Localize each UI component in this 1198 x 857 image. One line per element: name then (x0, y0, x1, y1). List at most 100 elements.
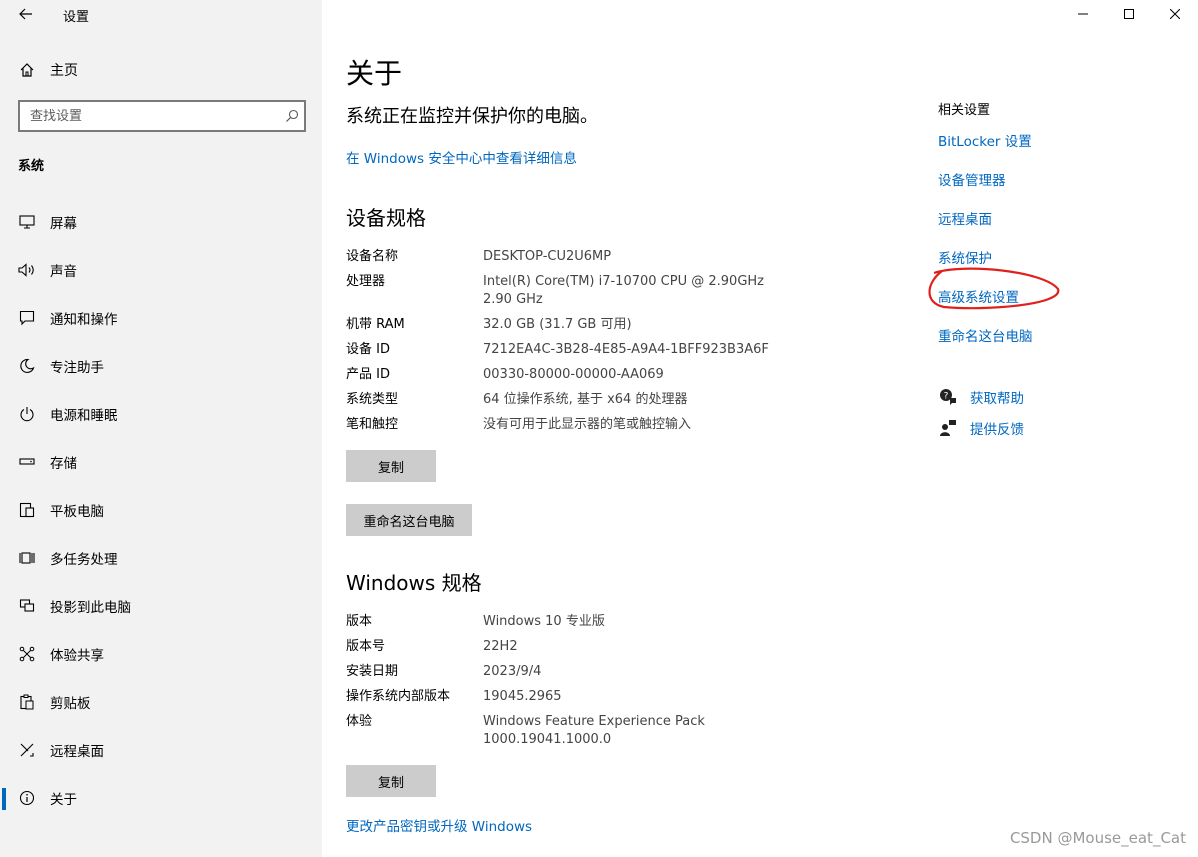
rename-pc-button[interactable]: 重命名这台电脑 (346, 504, 472, 536)
spec-row: 设备 ID 7212EA4C-3B28-4E85-A9A4-1BFF923B3A… (346, 341, 803, 359)
info-icon (18, 789, 36, 807)
multitask-icon (18, 549, 36, 567)
sidebar-item-remote-desktop[interactable]: 远程桌面 (0, 726, 322, 774)
sidebar-item-label: 关于 (50, 792, 77, 808)
sidebar-item-focus-assist[interactable]: 专注助手 (0, 342, 322, 390)
sidebar-item-label: 多任务处理 (50, 552, 118, 568)
related-link-device-manager[interactable]: 设备管理器 (938, 169, 1168, 208)
upgrade-windows-link[interactable]: 更改产品密钥或升级 Windows (346, 815, 532, 835)
help-chat-icon: ? (938, 387, 958, 407)
home-label: 主页 (50, 63, 78, 79)
close-button[interactable] (1152, 0, 1198, 28)
maximize-icon (1124, 9, 1134, 19)
spec-label: 设备名称 (346, 249, 399, 264)
sidebar-item-label: 专注助手 (50, 360, 104, 376)
spec-label: 操作系统内部版本 (346, 689, 451, 704)
remote-icon (18, 741, 36, 759)
clipboard-icon (18, 693, 36, 711)
feedback-row[interactable]: 提供反馈 (938, 418, 1024, 438)
spec-label: 系统类型 (346, 392, 399, 407)
sidebar-item-about[interactable]: 关于 (0, 774, 322, 822)
sidebar-item-label: 电源和睡眠 (50, 408, 118, 424)
spec-value: Windows Feature Experience Pack 1000.190… (483, 714, 705, 747)
sidebar-item-home[interactable]: 主页 (18, 58, 308, 82)
app-title: 设置 (63, 10, 90, 25)
maximize-button[interactable] (1106, 0, 1152, 28)
related-link-rename-pc[interactable]: 重命名这台电脑 (938, 325, 1168, 364)
spec-value: DESKTOP-CU2U6MP (483, 249, 612, 264)
sidebar-item-notifications[interactable]: 通知和操作 (0, 294, 322, 342)
sidebar-item-sound[interactable]: 声音 (0, 246, 322, 294)
power-icon (18, 405, 36, 423)
sidebar-item-clipboard[interactable]: 剪贴板 (0, 678, 322, 726)
windows-specs-table: 版本 Windows 10 专业版 版本号 22H2 安装日期 2023/9/4… (346, 613, 803, 756)
spec-row: 体验 Windows Feature Experience Pack 1000.… (346, 713, 803, 749)
sidebar-item-tablet[interactable]: 平板电脑 (0, 486, 322, 534)
sidebar-item-label: 平板电脑 (50, 504, 104, 520)
copy-windows-specs-button[interactable]: 复制 (346, 765, 436, 797)
sidebar-item-projecting[interactable]: 投影到此电脑 (0, 582, 322, 630)
get-help-row[interactable]: ? 获取帮助 (938, 387, 1024, 407)
spec-row: 版本号 22H2 (346, 638, 803, 656)
sidebar-item-power[interactable]: 电源和睡眠 (0, 390, 322, 438)
moon-icon (18, 357, 36, 375)
search-input[interactable] (30, 108, 280, 124)
minimize-icon (1078, 13, 1088, 15)
related-link-bitlocker[interactable]: BitLocker 设置 (938, 130, 1168, 169)
project-icon (18, 597, 36, 615)
sidebar-item-label: 屏幕 (50, 216, 77, 232)
sidebar-item-display[interactable]: 屏幕 (0, 198, 322, 246)
sidebar-item-multitasking[interactable]: 多任务处理 (0, 534, 322, 582)
spec-label: 安装日期 (346, 664, 399, 679)
close-icon (1170, 9, 1180, 19)
sidebar-item-label: 通知和操作 (50, 312, 118, 328)
search-icon[interactable] (280, 104, 304, 128)
speaker-icon (18, 261, 36, 279)
device-specs-table: 设备名称 DESKTOP-CU2U6MP 处理器 Intel(R) Core(T… (346, 248, 803, 441)
sidebar: 设置 主页 系统 屏幕 声音 通知和操作 (0, 0, 322, 857)
spec-value: 22H2 (483, 639, 518, 654)
sidebar-item-storage[interactable]: 存储 (0, 438, 322, 486)
spec-row: 设备名称 DESKTOP-CU2U6MP (346, 248, 803, 266)
spec-row: 机带 RAM 32.0 GB (31.7 GB 可用) (346, 316, 803, 334)
window-controls (1038, 0, 1198, 28)
windows-specs-heading: Windows 规格 (346, 571, 482, 595)
minimize-button[interactable] (1060, 0, 1106, 28)
watermark: CSDN @Mouse_eat_Cat (1009, 829, 1186, 847)
titlebar-left: 设置 (0, 0, 322, 28)
related-link-advanced-system-settings[interactable]: 高级系统设置 (938, 286, 1168, 325)
get-help-link[interactable]: 获取帮助 (970, 387, 1024, 407)
search-box[interactable] (18, 100, 306, 132)
spec-label: 体验 (346, 714, 373, 729)
spec-label: 机带 RAM (346, 317, 405, 332)
spec-value: 7212EA4C-3B28-4E85-A9A4-1BFF923B3A6F (483, 342, 769, 357)
spec-value: 没有可用于此显示器的笔或触控输入 (483, 417, 692, 432)
tablet-icon (18, 501, 36, 519)
spec-row: 系统类型 64 位操作系统, 基于 x64 的处理器 (346, 391, 803, 409)
device-specs-heading: 设备规格 (346, 206, 426, 230)
spec-value: 64 位操作系统, 基于 x64 的处理器 (483, 392, 688, 407)
spec-row: 操作系统内部版本 19045.2965 (346, 688, 803, 706)
sidebar-item-label: 投影到此电脑 (50, 600, 131, 616)
back-button[interactable] (10, 2, 42, 26)
spec-row: 处理器 Intel(R) Core(TM) i7-10700 CPU @ 2.9… (346, 273, 803, 309)
spec-label: 笔和触控 (346, 417, 399, 432)
spec-value: Windows 10 专业版 (483, 614, 605, 629)
related-link-system-protection[interactable]: 系统保护 (938, 247, 1168, 286)
spec-label: 设备 ID (346, 342, 390, 357)
spec-label: 版本号 (346, 639, 386, 654)
section-label: 系统 (18, 159, 45, 174)
spec-value: 32.0 GB (31.7 GB 可用) (483, 317, 632, 332)
sidebar-item-label: 体验共享 (50, 648, 104, 664)
sidebar-item-shared-experiences[interactable]: 体验共享 (0, 630, 322, 678)
copy-device-specs-button[interactable]: 复制 (346, 450, 436, 482)
security-center-link[interactable]: 在 Windows 安全中心中查看详细信息 (346, 147, 577, 167)
spec-row: 产品 ID 00330-80000-00000-AA069 (346, 366, 803, 384)
feedback-link[interactable]: 提供反馈 (970, 418, 1024, 438)
protection-status: 系统正在监控并保护你的电脑。 (346, 106, 598, 127)
notification-icon (18, 309, 36, 327)
sidebar-item-label: 存储 (50, 456, 77, 472)
related-link-remote-desktop[interactable]: 远程桌面 (938, 208, 1168, 247)
spec-row: 版本 Windows 10 专业版 (346, 613, 803, 631)
spec-row: 笔和触控 没有可用于此显示器的笔或触控输入 (346, 416, 803, 434)
